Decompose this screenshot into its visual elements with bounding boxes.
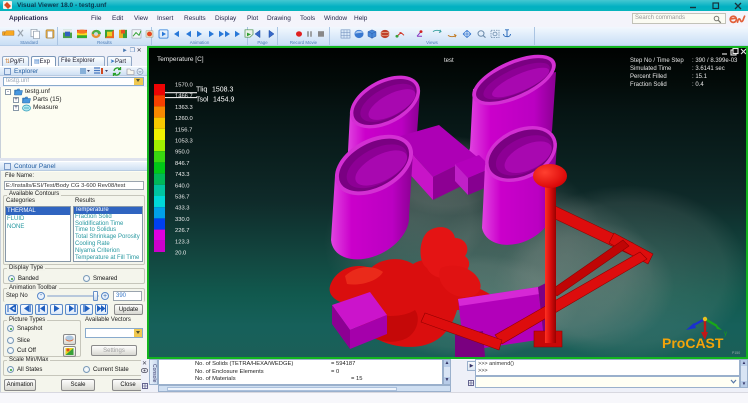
svg-text:Tsol: Tsol <box>196 97 209 104</box>
svg-text:536.7: 536.7 <box>175 195 190 201</box>
svg-text:ProCAST: ProCAST <box>662 335 724 351</box>
svg-text:1570.0: 1570.0 <box>175 83 193 89</box>
svg-text:Fraction Solid: Fraction Solid <box>630 82 667 88</box>
svg-text:Step No / Time Step: Step No / Time Step <box>630 58 684 64</box>
svg-text:P150: P150 <box>732 351 740 355</box>
svg-text:950.0: 950.0 <box>175 150 190 156</box>
svg-text:330.0: 330.0 <box>175 217 190 223</box>
svg-text:1466.7: 1466.7 <box>175 94 193 100</box>
svg-text:Temperature [C]: Temperature [C] <box>157 56 204 63</box>
svg-text:1260.0: 1260.0 <box>175 116 193 122</box>
svg-text:846.7: 846.7 <box>175 161 190 167</box>
svg-text:Percent Filled: Percent Filled <box>630 74 667 80</box>
svg-text:433.3: 433.3 <box>175 206 190 212</box>
svg-text:1454.9: 1454.9 <box>213 97 235 104</box>
svg-text:: 3.6141 sec: : 3.6141 sec <box>692 66 725 72</box>
svg-text:123.3: 123.3 <box>175 239 190 245</box>
svg-text:test: test <box>444 58 454 64</box>
svg-text:1508.3: 1508.3 <box>212 87 234 94</box>
svg-text:Tliq: Tliq <box>196 87 207 94</box>
svg-text:20.0: 20.0 <box>175 251 186 257</box>
svg-text:: 390 / 8.399e-03: : 390 / 8.399e-03 <box>692 58 738 64</box>
svg-text:1053.3: 1053.3 <box>175 139 193 145</box>
svg-text:: 0.4: : 0.4 <box>692 82 704 88</box>
svg-text:y: y <box>724 331 727 337</box>
svg-text:743.3: 743.3 <box>175 172 190 178</box>
svg-text:640.0: 640.0 <box>175 183 190 189</box>
svg-text:: 15.1: : 15.1 <box>692 74 708 80</box>
svg-text:1363.3: 1363.3 <box>175 105 193 111</box>
svg-text:Simulated Time: Simulated Time <box>630 66 672 72</box>
svg-text:226.7: 226.7 <box>175 228 190 234</box>
svg-text:1156.7: 1156.7 <box>175 127 192 133</box>
